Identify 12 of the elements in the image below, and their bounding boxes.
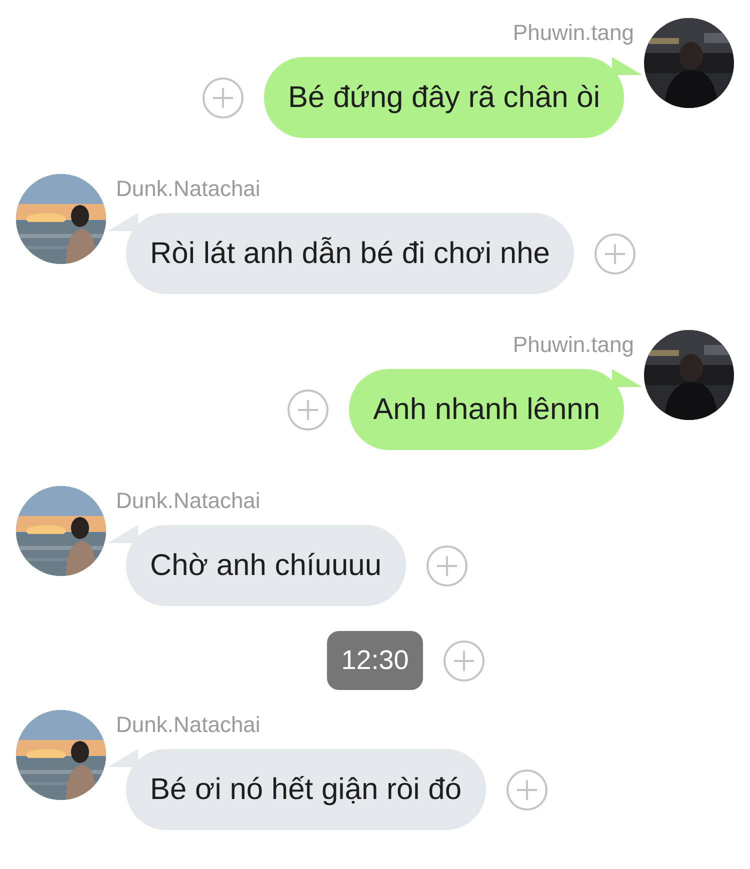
sender-name: Phuwin.tang xyxy=(512,332,634,358)
sender-name: Dunk.Natachai xyxy=(116,712,260,738)
add-button[interactable] xyxy=(506,768,548,810)
sender-name: Phuwin.tang xyxy=(512,20,634,46)
add-button[interactable] xyxy=(594,232,636,274)
sender-name: Dunk.Natachai xyxy=(116,488,260,514)
time-stamp: 12:30 xyxy=(327,631,423,690)
add-button[interactable] xyxy=(202,76,244,118)
add-button[interactable] xyxy=(426,544,468,586)
add-button[interactable] xyxy=(287,388,330,430)
add-button[interactable] xyxy=(442,640,485,682)
sender-name: Dunk.Natachai xyxy=(116,176,260,202)
